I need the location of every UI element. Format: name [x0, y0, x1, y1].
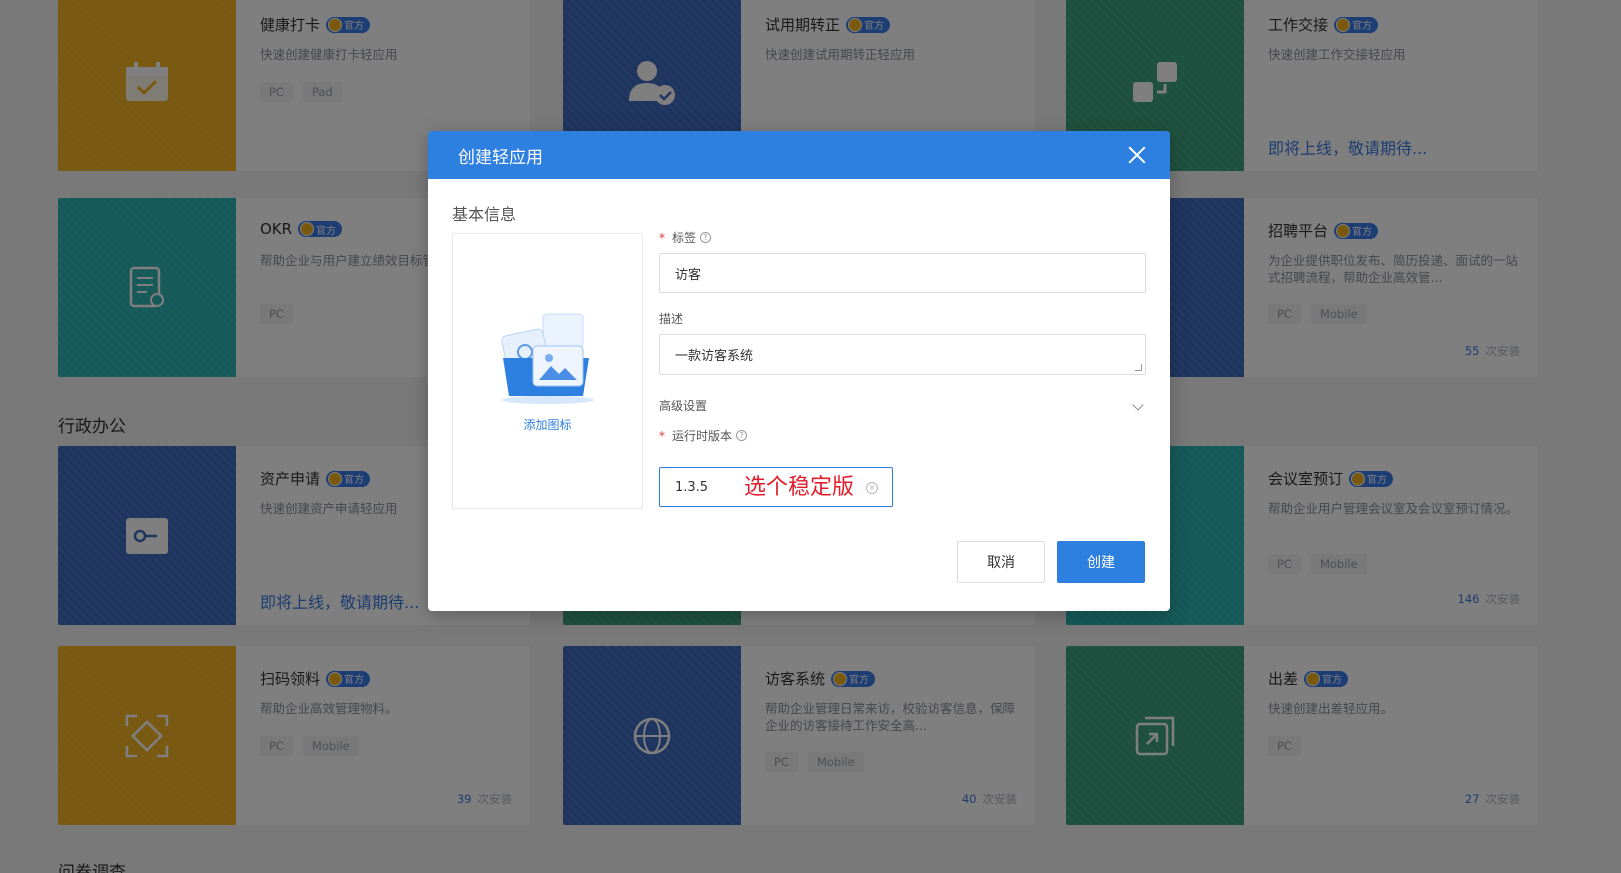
help-icon[interactable]: ?	[700, 232, 712, 243]
chevron-down-icon[interactable]	[1132, 399, 1144, 411]
add-icon-link[interactable]: 添加图标	[453, 416, 642, 433]
dialog-title: 创建轻应用	[458, 147, 543, 168]
resize-handle-icon[interactable]	[1135, 364, 1142, 371]
create-app-dialog: 创建轻应用 基本信息 添加图标 * 标签? 访客 描述 一款访客系统 高级设置 *…	[428, 131, 1170, 611]
basic-info-heading: 基本信息	[452, 205, 517, 224]
runtime-version-label: * 运行时版本?	[659, 427, 748, 444]
dialog-header: 创建轻应用	[428, 131, 1170, 179]
close-icon[interactable]	[1126, 144, 1148, 166]
desc-textarea[interactable]: 一款访客系统	[659, 334, 1146, 375]
clear-icon[interactable]: ×	[866, 482, 878, 494]
create-button[interactable]: 创建	[1057, 541, 1145, 583]
add-icon-area[interactable]: 添加图标	[452, 233, 643, 509]
tag-input[interactable]: 访客	[659, 253, 1146, 293]
advanced-settings-toggle[interactable]: 高级设置	[659, 397, 707, 414]
help-icon[interactable]: ?	[736, 430, 748, 441]
desc-field-label: 描述	[659, 312, 684, 326]
cancel-button[interactable]: 取消	[957, 541, 1045, 583]
annotation-text: 选个稳定版	[744, 475, 855, 500]
image-folder-icon	[501, 313, 594, 404]
tag-field-label: * 标签?	[659, 229, 712, 246]
